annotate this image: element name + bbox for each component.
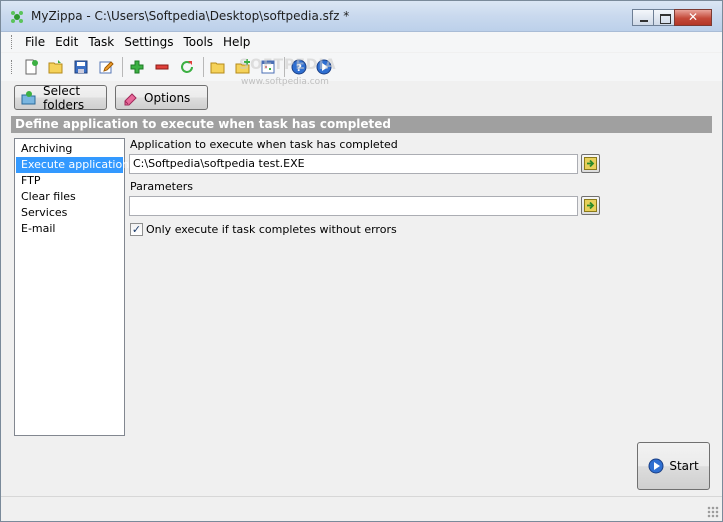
only-execute-label[interactable]: Only execute if task completes without e…	[146, 223, 397, 236]
maximize-button[interactable]	[653, 9, 675, 26]
action-row: Select folders Options	[1, 83, 722, 113]
remove-icon[interactable]	[151, 56, 173, 78]
folder-icon[interactable]	[207, 56, 229, 78]
application-path-field[interactable]: C:\Softpedia\softpedia test.EXE	[129, 154, 578, 174]
open-folder-icon[interactable]	[45, 56, 67, 78]
toolbar: ?	[1, 53, 722, 81]
minimize-button[interactable]	[632, 9, 654, 26]
menu-grip[interactable]	[11, 35, 14, 49]
toolbar-separator	[203, 57, 204, 77]
window-controls	[632, 9, 712, 27]
menu-bar: File Edit Task Settings Tools Help	[1, 32, 722, 52]
list-item[interactable]: FTP	[16, 173, 123, 189]
status-bar	[1, 496, 722, 521]
menu-file[interactable]: File	[20, 35, 50, 49]
save-icon[interactable]	[70, 56, 92, 78]
toolbar-grip[interactable]	[11, 60, 14, 74]
only-execute-checkbox[interactable]: ✓	[130, 223, 143, 236]
select-folders-label: Select folders	[43, 83, 85, 112]
watermark: SOFTPEDIA	[239, 57, 337, 73]
app-icon	[10, 10, 24, 24]
menu-settings[interactable]: Settings	[119, 35, 178, 49]
task-list[interactable]: Archiving Execute application FTP Clear …	[14, 138, 129, 436]
toolbar-separator	[122, 57, 123, 77]
list-item[interactable]: Clear files	[16, 189, 123, 205]
refresh-icon[interactable]	[176, 56, 198, 78]
edit-icon[interactable]	[95, 56, 117, 78]
options-button[interactable]: Options	[115, 85, 208, 110]
new-icon[interactable]	[20, 56, 42, 78]
close-button[interactable]	[674, 9, 712, 26]
browse-application-button[interactable]	[581, 154, 600, 173]
select-folders-button[interactable]: Select folders	[14, 83, 107, 112]
window-title: MyZippa - C:\Users\Softpedia\Desktop\sof…	[31, 9, 350, 23]
menu-tools[interactable]: Tools	[178, 35, 218, 49]
section-header: Define application to execute when task …	[11, 116, 712, 133]
menu-help[interactable]: Help	[218, 35, 255, 49]
menu-task[interactable]: Task	[83, 35, 119, 49]
start-button[interactable]: Start	[637, 442, 710, 490]
eraser-icon	[122, 90, 138, 106]
menu-edit[interactable]: Edit	[50, 35, 83, 49]
size-grip[interactable]	[707, 506, 719, 518]
browse-parameters-button[interactable]	[581, 196, 600, 215]
list-item[interactable]: Archiving	[16, 141, 123, 157]
arrow-right-icon	[584, 157, 597, 170]
start-label: Start	[669, 459, 699, 473]
options-label: Options	[144, 90, 191, 105]
list-item[interactable]: Services	[16, 205, 123, 221]
list-item[interactable]: Execute application	[16, 157, 129, 173]
list-item[interactable]: E-mail	[16, 221, 123, 237]
title-bar[interactable]: MyZippa - C:\Users\Softpedia\Desktop\sof…	[1, 1, 722, 32]
select-folders-icon	[21, 90, 37, 106]
main-window: MyZippa - C:\Users\Softpedia\Desktop\sof…	[0, 0, 723, 522]
play-icon	[648, 458, 664, 474]
parameters-field[interactable]	[129, 196, 578, 216]
parameters-label: Parameters	[130, 180, 193, 193]
arrow-right-icon	[584, 199, 597, 212]
add-icon[interactable]	[126, 56, 148, 78]
application-label: Application to execute when task has com…	[130, 138, 398, 151]
